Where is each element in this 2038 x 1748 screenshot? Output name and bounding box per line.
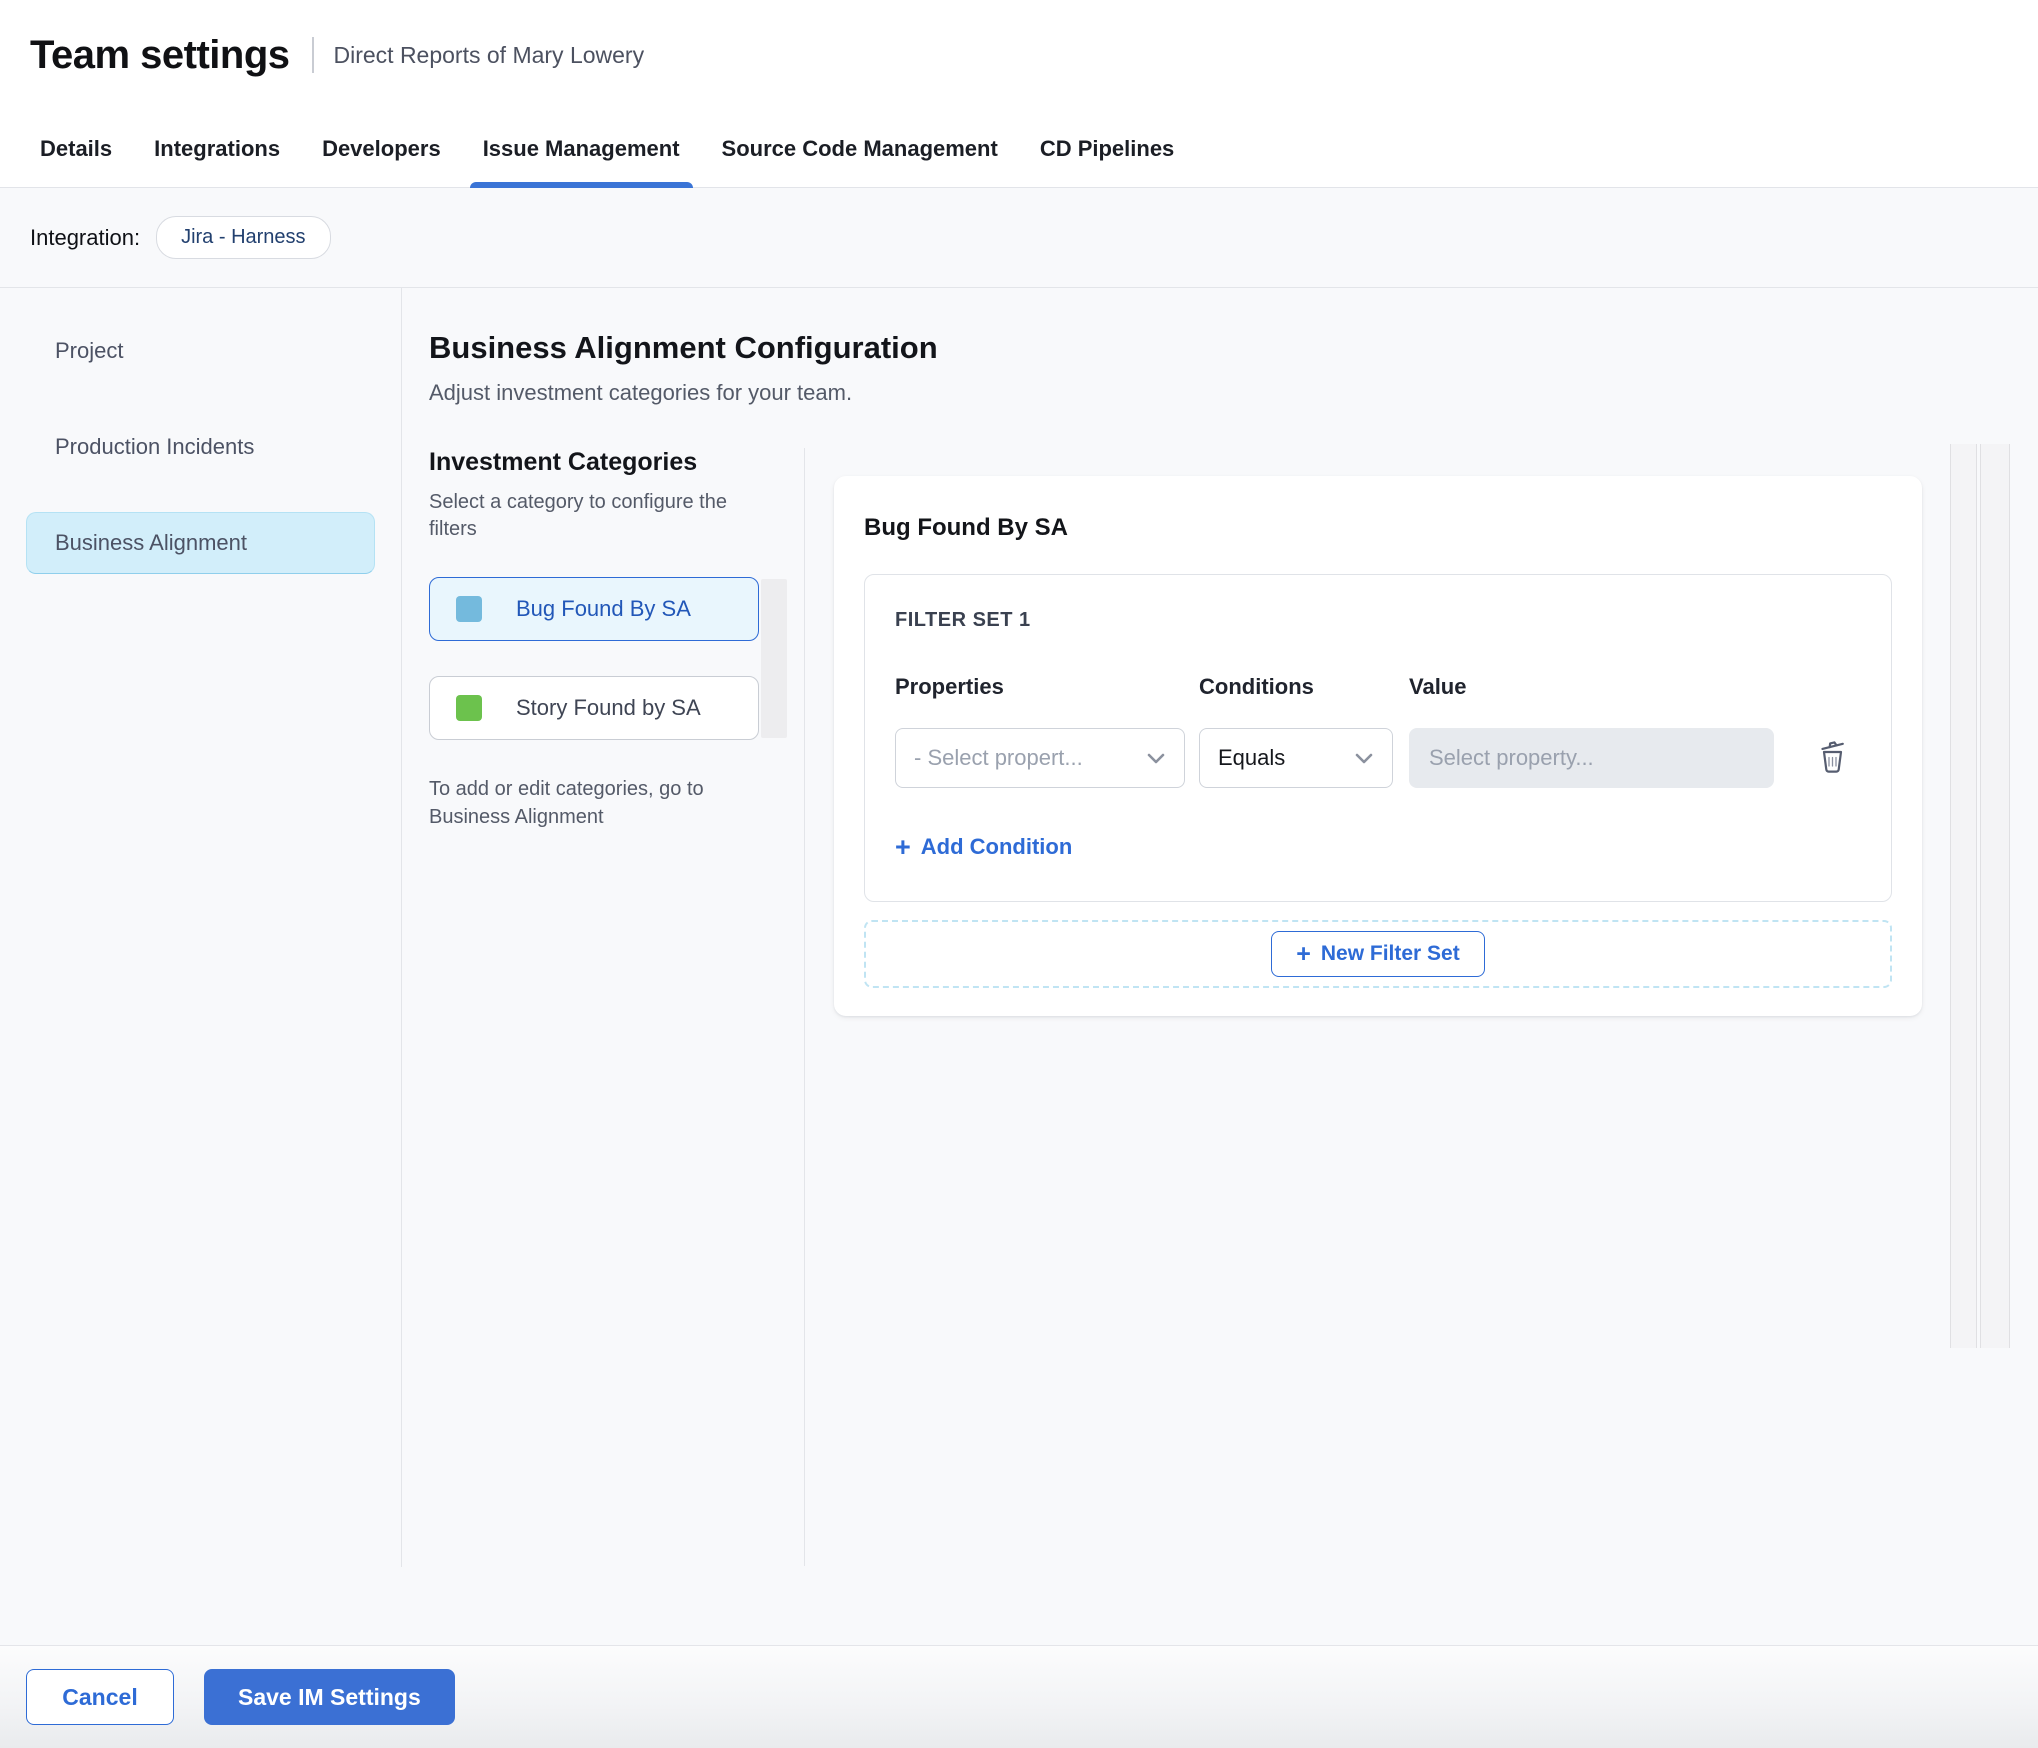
config-card-title: Bug Found By SA <box>864 514 1068 541</box>
settings-columns: Project Production Incidents Business Al… <box>0 288 2038 1567</box>
add-condition-button[interactable]: + Add Condition <box>895 831 1073 862</box>
category-list-scrollbar[interactable] <box>761 579 787 738</box>
categories-note: To add or edit categories, go to Busines… <box>429 778 704 828</box>
content-area: Integration: Jira - Harness Project Prod… <box>0 188 2038 1645</box>
tab-details[interactable]: Details <box>40 110 112 187</box>
save-im-settings-button[interactable]: Save IM Settings <box>204 1669 455 1725</box>
footer-action-bar: Cancel Save IM Settings <box>0 1645 2038 1748</box>
property-select[interactable]: - Select propert... <box>895 728 1185 788</box>
category-story-found-by-sa[interactable]: Story Found by SA <box>429 676 759 740</box>
tab-label: Source Code Management <box>721 135 998 161</box>
tab-label: Issue Management <box>482 135 680 161</box>
plus-icon: + <box>895 831 911 862</box>
cancel-button[interactable]: Cancel <box>26 1669 174 1725</box>
section-heading: Business Alignment Configuration <box>429 330 938 365</box>
delete-condition-button[interactable] <box>1814 737 1850 779</box>
category-bug-found-by-sa[interactable]: Bug Found By SA <box>429 577 759 641</box>
tab-integrations[interactable]: Integrations <box>154 110 280 187</box>
value-column-label: Value <box>1409 674 1467 699</box>
tab-label: Integrations <box>154 135 281 161</box>
page-subtitle: Direct Reports of Mary Lowery <box>333 41 645 68</box>
tab-label: CD Pipelines <box>1039 135 1175 161</box>
new-filter-set-dropzone: + New Filter Set <box>864 919 1892 988</box>
category-color-swatch <box>456 695 482 721</box>
category-label: Story Found by SA <box>516 695 701 720</box>
tab-cd-pipelines[interactable]: CD Pipelines <box>1040 110 1174 187</box>
condition-select-value: Equals <box>1218 745 1286 770</box>
settings-sidenav: Project Production Incidents Business Al… <box>0 288 402 1567</box>
filter-condition-row: - Select propert... Equals <box>895 728 1861 788</box>
category-config-card: Bug Found By SA FILTER SET 1 Properties … <box>834 476 1922 1016</box>
tab-issue-management[interactable]: Issue Management <box>469 110 693 188</box>
sidebar-item-label: Business Alignment <box>55 530 247 555</box>
category-label: Bug Found By SA <box>516 596 691 621</box>
new-filter-set-label: New Filter Set <box>1320 941 1460 965</box>
tab-bar: Details Integrations Developers Issue Ma… <box>0 110 2038 188</box>
tab-developers[interactable]: Developers <box>322 110 441 187</box>
section-subheading: Adjust investment categories for your te… <box>429 380 853 405</box>
category-list: Bug Found By SA Story Found by SA <box>429 577 791 740</box>
team-settings-page: Team settings Direct Reports of Mary Low… <box>0 0 2038 1748</box>
sidebar-item-production-incidents[interactable]: Production Incidents <box>26 416 375 478</box>
tab-source-code-management[interactable]: Source Code Management <box>722 110 998 187</box>
integration-chip[interactable]: Jira - Harness <box>156 216 331 259</box>
category-color-swatch <box>456 596 482 622</box>
bottom-spacer <box>0 1567 2038 1644</box>
investment-categories-column: Investment Categories Select a category … <box>429 448 804 1566</box>
condition-select[interactable]: Equals <box>1199 728 1393 788</box>
sidebar-item-project[interactable]: Project <box>26 320 375 382</box>
filter-set-1: FILTER SET 1 Properties Conditions Value… <box>864 574 1892 902</box>
scrollbar-track-outer[interactable] <box>1980 444 2010 1348</box>
properties-column-label: Properties <box>895 674 1004 699</box>
filter-panel-column: Bug Found By SA FILTER SET 1 Properties … <box>805 448 2038 1566</box>
plus-icon: + <box>1296 939 1311 968</box>
tab-label: Developers <box>322 135 441 161</box>
add-condition-label: Add Condition <box>920 834 1073 859</box>
trash-icon <box>1821 741 1844 773</box>
categories-hint: Select a category to configure the filte… <box>429 491 727 540</box>
configuration-columns: Investment Categories Select a category … <box>429 448 2038 1566</box>
chevron-down-icon <box>1147 753 1165 763</box>
business-alignment-section: Business Alignment Configuration Adjust … <box>402 288 2038 1567</box>
sidebar-item-label: Project <box>55 338 124 363</box>
value-input[interactable] <box>1409 728 1774 788</box>
integration-row: Integration: Jira - Harness <box>0 188 2038 288</box>
filter-set-title: FILTER SET 1 <box>895 609 1031 631</box>
categories-title: Investment Categories <box>429 448 698 476</box>
tab-label: Details <box>40 135 113 161</box>
page-header: Team settings Direct Reports of Mary Low… <box>0 0 2038 110</box>
new-filter-set-button[interactable]: + New Filter Set <box>1271 930 1485 977</box>
conditions-column-label: Conditions <box>1199 674 1314 699</box>
property-select-value: - Select propert... <box>914 745 1083 770</box>
sidebar-item-label: Production Incidents <box>55 434 255 459</box>
integration-label: Integration: <box>30 224 141 250</box>
sidebar-item-business-alignment[interactable]: Business Alignment <box>26 512 375 574</box>
chevron-down-icon <box>1355 753 1373 763</box>
scrollbar-track-inner[interactable] <box>1950 444 1977 1348</box>
title-separator <box>311 37 314 73</box>
page-title: Team settings <box>30 32 290 77</box>
filter-column-labels: Properties Conditions Value <box>895 674 1861 700</box>
